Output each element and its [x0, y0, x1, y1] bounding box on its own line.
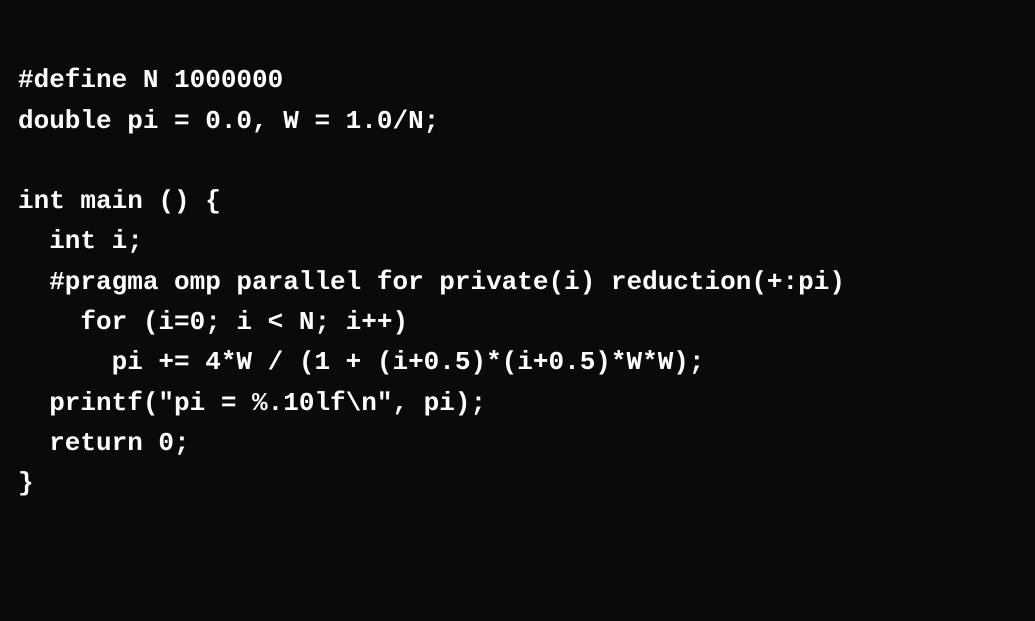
code-line-line4: int main () {	[18, 181, 1015, 221]
code-line-line2: double pi = 0.0, W = 1.0/N;	[18, 101, 1015, 141]
code-line-line3	[18, 141, 1015, 181]
code-line-line8: pi += 4*W / (1 + (i+0.5)*(i+0.5)*W*W);	[18, 342, 1015, 382]
code-block: #define N 1000000double pi = 0.0, W = 1.…	[0, 0, 1035, 621]
code-line-line9: printf("pi = %.10lf\n", pi);	[18, 383, 1015, 423]
code-line-line1: #define N 1000000	[18, 60, 1015, 100]
code-line-line5: int i;	[18, 221, 1015, 261]
code-line-line10: return 0;	[18, 423, 1015, 463]
code-line-line6: #pragma omp parallel for private(i) redu…	[18, 262, 1015, 302]
code-line-line7: for (i=0; i < N; i++)	[18, 302, 1015, 342]
code-line-line11: }	[18, 463, 1015, 503]
